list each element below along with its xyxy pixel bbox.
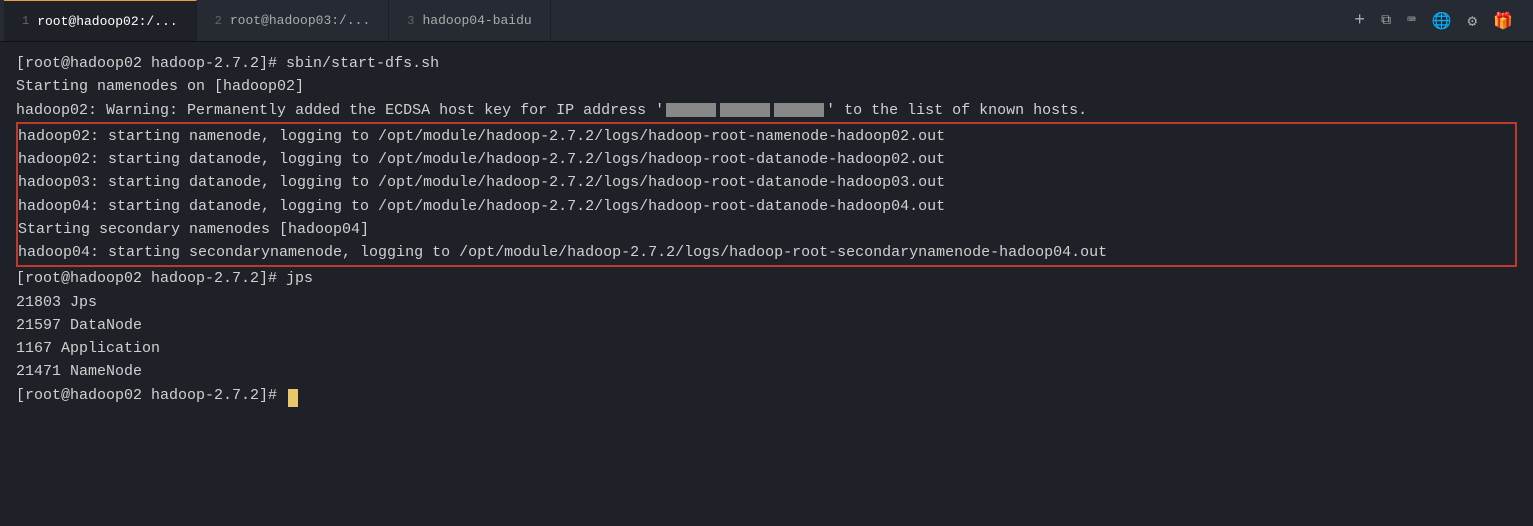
boxed-line-6: hadoop04: starting secondarynamenode, lo… — [18, 241, 1515, 264]
line-namenode: 21471 NameNode — [16, 360, 1517, 383]
app-window: 1 root@hadoop02:/... 2 root@hadoop03:/..… — [0, 0, 1533, 526]
boxed-section: hadoop02: starting namenode, logging to … — [16, 122, 1517, 268]
tab-3-number: 3 — [407, 14, 414, 28]
globe-icon[interactable]: 🌐 — [1432, 11, 1452, 31]
prompt-text: [root@hadoop02 hadoop-2.7.2]# — [16, 387, 286, 404]
line-1: [root@hadoop02 hadoop-2.7.2]# sbin/start… — [16, 52, 1517, 75]
tab-1[interactable]: 1 root@hadoop02:/... — [4, 0, 197, 41]
tab-2-label: root@hadoop03:/... — [230, 13, 370, 28]
boxed-line-2: hadoop02: starting datanode, logging to … — [18, 148, 1515, 171]
tab-actions: + ⧉ ⌨ 🌐 ⚙ 🎁 — [1354, 11, 1529, 31]
ip-box-1 — [666, 103, 716, 117]
boxed-line-5: Starting secondary namenodes [hadoop04] — [18, 218, 1515, 241]
tab-1-number: 1 — [22, 14, 29, 28]
tab-3-label: hadoop04-baidu — [422, 13, 531, 28]
line-3: hadoop02: Warning: Permanently added the… — [16, 99, 1517, 122]
line-jps-cmd: [root@hadoop02 hadoop-2.7.2]# jps — [16, 267, 1517, 290]
boxed-line-4: hadoop04: starting datanode, logging to … — [18, 195, 1515, 218]
tab-3[interactable]: 3 hadoop04-baidu — [389, 0, 550, 41]
permanently-text: Permanently — [187, 102, 286, 119]
tab-1-label: root@hadoop02:/... — [37, 14, 177, 29]
ip-box-3 — [774, 103, 824, 117]
line-jps: 21803 Jps — [16, 291, 1517, 314]
tab-bar: 1 root@hadoop02:/... 2 root@hadoop03:/..… — [0, 0, 1533, 42]
keyboard-icon[interactable]: ⌨ — [1407, 12, 1415, 29]
gift-icon[interactable]: 🎁 — [1493, 11, 1513, 31]
new-tab-button[interactable]: + — [1354, 11, 1365, 31]
line-application: 1167 Application — [16, 337, 1517, 360]
restore-button[interactable]: ⧉ — [1381, 13, 1391, 29]
line-final-prompt: [root@hadoop02 hadoop-2.7.2]# — [16, 384, 1517, 407]
boxed-line-1: hadoop02: starting namenode, logging to … — [18, 125, 1515, 148]
terminal: [root@hadoop02 hadoop-2.7.2]# sbin/start… — [0, 42, 1533, 526]
cursor — [288, 389, 298, 407]
tab-2[interactable]: 2 root@hadoop03:/... — [197, 0, 390, 41]
ip-box-2 — [720, 103, 770, 117]
settings-icon[interactable]: ⚙ — [1467, 11, 1477, 31]
boxed-line-3: hadoop03: starting datanode, logging to … — [18, 171, 1515, 194]
line-datanode: 21597 DataNode — [16, 314, 1517, 337]
line-2: Starting namenodes on [hadoop02] — [16, 75, 1517, 98]
tab-2-number: 2 — [215, 14, 222, 28]
